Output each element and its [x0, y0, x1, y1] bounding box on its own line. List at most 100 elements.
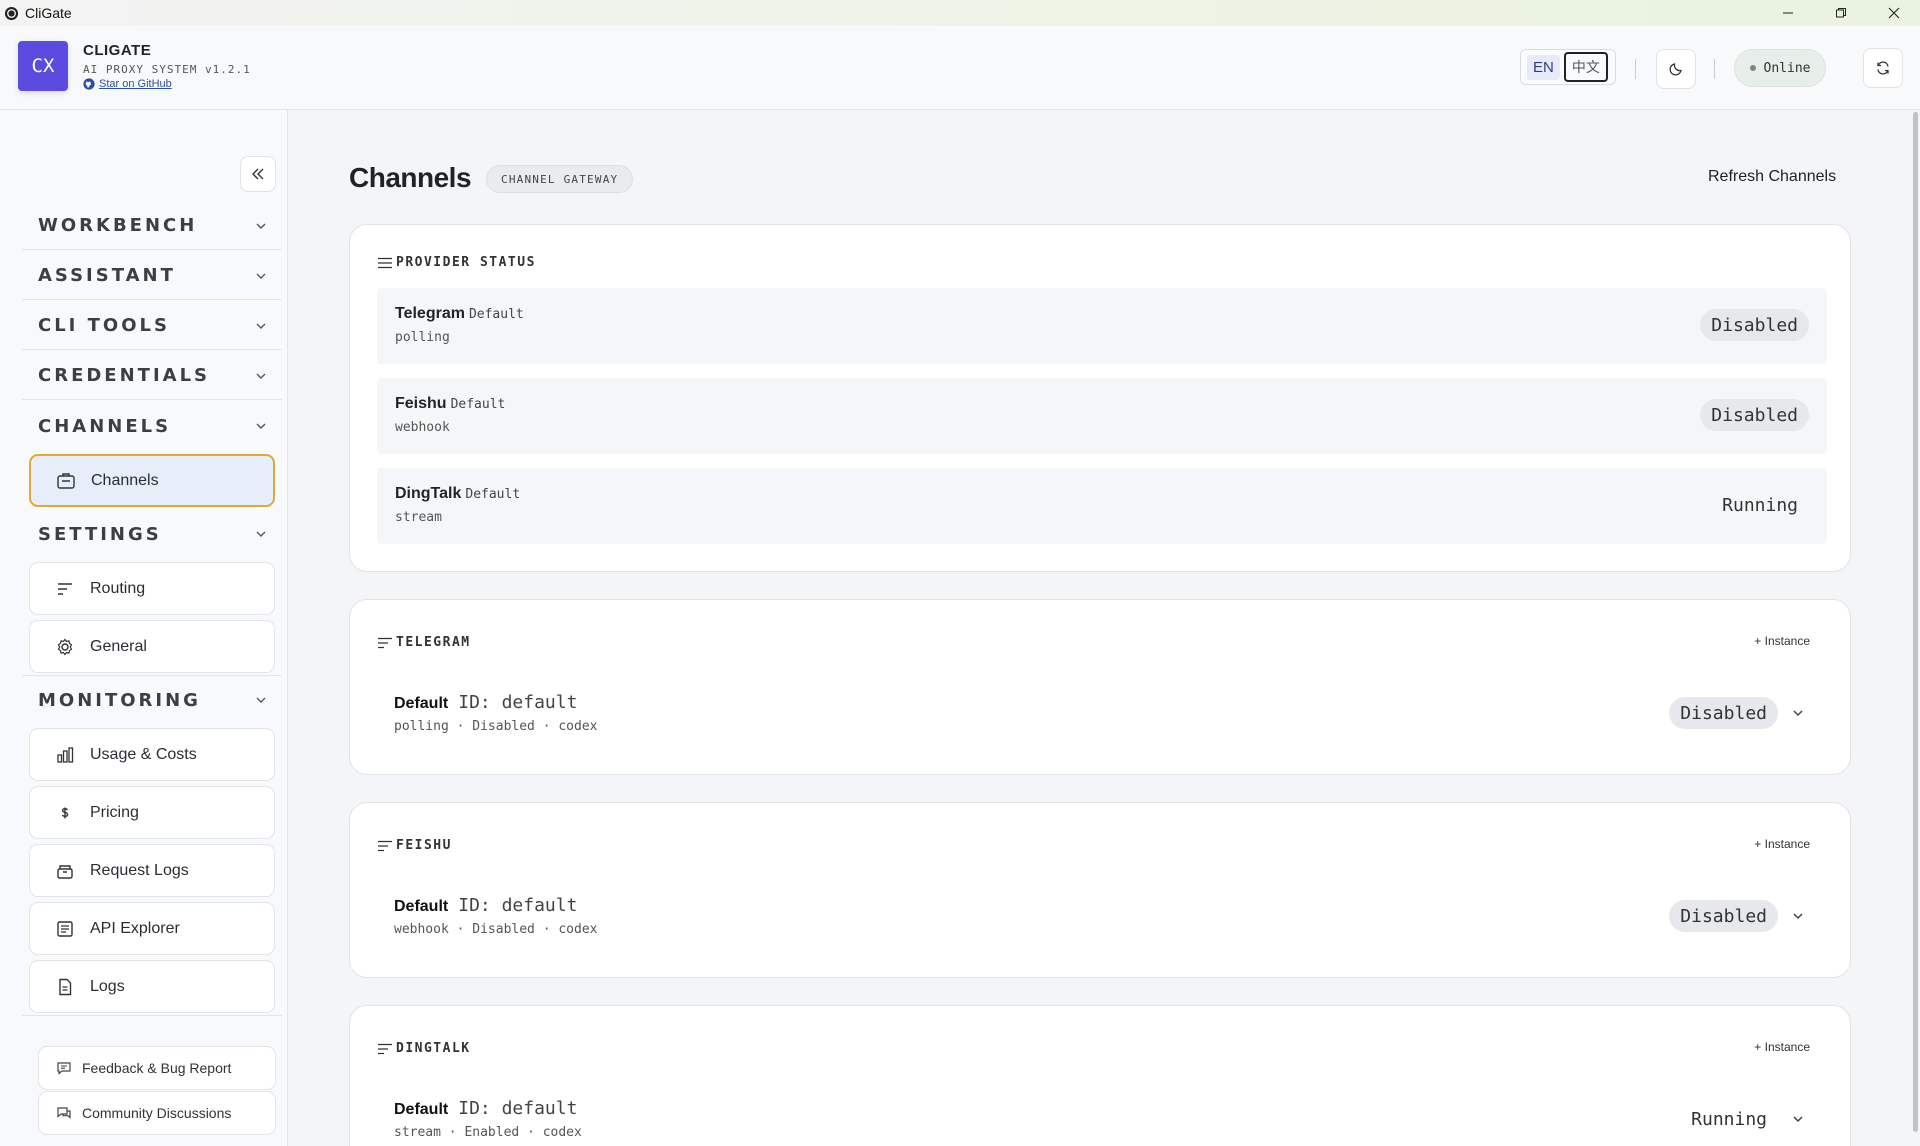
sidebar-item-usage[interactable]: Usage & Costs — [29, 728, 275, 781]
section-label: WORKBENCH — [38, 215, 198, 236]
sidebar-item-label: API Explorer — [90, 919, 180, 937]
document-list-icon — [54, 918, 76, 940]
sidebar-item-logs[interactable]: Logs — [29, 960, 275, 1013]
github-link[interactable]: Star on GitHub — [83, 78, 172, 90]
expand-instance-button[interactable] — [1788, 703, 1808, 723]
add-instance-button[interactable]: + Instance — [1754, 1040, 1810, 1054]
card-heading: TELEGRAM — [378, 635, 471, 650]
section-label: CHANNELS — [38, 415, 172, 437]
github-icon — [83, 78, 95, 90]
chevron-down-icon — [256, 373, 266, 379]
refresh-channels-button[interactable]: Refresh Channels — [1708, 168, 1836, 186]
section-label: ASSISTANT — [38, 265, 176, 286]
sidebar-item-api-explorer[interactable]: API Explorer — [29, 902, 275, 955]
section-label: CLI TOOLS — [38, 315, 170, 336]
sidebar-item-general[interactable]: General — [29, 620, 275, 673]
page-title: Channels — [349, 162, 472, 193]
sidebar-item-label: Logs — [90, 977, 125, 995]
section-label: CREDENTIALS — [38, 365, 211, 386]
chevron-down-icon — [1793, 1116, 1803, 1123]
instance-id: ID: default — [458, 692, 578, 713]
restore-button[interactable] — [1814, 0, 1867, 26]
chevron-down-icon — [1793, 710, 1803, 717]
language-switch: EN 中文 — [1520, 49, 1616, 85]
main-scrollbar[interactable] — [1910, 110, 1920, 1146]
section-cli-tools[interactable]: CLI TOOLS — [22, 302, 282, 350]
collapse-sidebar-button[interactable] — [240, 156, 276, 192]
close-button[interactable] — [1867, 0, 1920, 26]
reload-button[interactable] — [1863, 48, 1903, 88]
card-heading-label: FEISHU — [396, 838, 452, 853]
sidebar-divider — [22, 1015, 282, 1016]
sidebar-item-label: Pricing — [90, 803, 139, 821]
scrollbar-thumb[interactable] — [1913, 112, 1918, 1132]
menu-lines-icon — [378, 1043, 392, 1054]
status-badge: Running — [1691, 1108, 1767, 1130]
instance-name-label: Default — [394, 695, 449, 712]
provider-name-label: Telegram — [395, 305, 465, 322]
provider-tag: Default — [450, 397, 506, 412]
window-title: CliGate — [25, 5, 72, 21]
instance-name[interactable]: Default ID: default — [394, 692, 577, 713]
dingtalk-card: DINGTALK + Instance Default ID: default s… — [349, 1005, 1851, 1146]
expand-instance-button[interactable] — [1788, 1109, 1808, 1129]
section-credentials[interactable]: CREDENTIALS — [22, 352, 282, 400]
minimize-icon — [1782, 12, 1793, 14]
status-label: Online — [1763, 60, 1811, 76]
status-badge: Disabled — [1700, 309, 1809, 341]
provider-status-card: PROVIDER STATUS Telegram Default polling … — [349, 224, 1851, 572]
provider-mode: webhook — [395, 420, 450, 435]
add-instance-button[interactable]: + Instance — [1754, 634, 1810, 648]
instance-meta: webhook · Disabled · codex — [394, 922, 598, 937]
bar-chart-icon — [54, 744, 76, 766]
chevron-down-icon — [256, 273, 266, 279]
feedback-button[interactable]: Feedback & Bug Report — [38, 1046, 276, 1090]
provider-row: Feishu Default webhook Disabled — [377, 378, 1827, 454]
double-chevron-left-icon — [252, 168, 264, 180]
github-link-label: Star on GitHub — [99, 78, 172, 90]
status-badge: Online — [1734, 49, 1826, 87]
archive-icon — [54, 860, 76, 882]
status-badge: Running — [1722, 494, 1798, 516]
window-titlebar: CliGate — [0, 0, 1920, 26]
header-divider — [1635, 59, 1636, 79]
brand-name: CLIGATE — [83, 42, 152, 59]
instance-name[interactable]: Default ID: default — [394, 1098, 577, 1119]
menu-lines-icon — [378, 637, 392, 648]
add-instance-button[interactable]: + Instance — [1754, 837, 1810, 851]
instance-name-label: Default — [394, 1101, 449, 1118]
file-icon — [54, 976, 76, 998]
provider-mode: stream — [395, 510, 442, 525]
lang-zh-button[interactable]: 中文 — [1563, 52, 1608, 82]
instance-name[interactable]: Default ID: default — [394, 895, 577, 916]
status-badge: Disabled — [1669, 900, 1778, 932]
channels-icon — [55, 470, 77, 492]
status-dot-icon — [1749, 65, 1756, 71]
instance-id: ID: default — [458, 1098, 578, 1119]
logo: CX — [18, 41, 68, 91]
card-heading: FEISHU — [378, 838, 452, 853]
gear-icon — [54, 636, 76, 658]
brand-subtitle: AI PROXY SYSTEM v1.2.1 — [83, 63, 251, 76]
expand-instance-button[interactable] — [1788, 906, 1808, 926]
section-assistant[interactable]: ASSISTANT — [22, 252, 282, 300]
theme-toggle-button[interactable] — [1656, 49, 1696, 89]
section-channels[interactable]: CHANNELS — [22, 402, 282, 450]
community-button[interactable]: Community Discussions — [38, 1091, 276, 1135]
sidebar-item-pricing[interactable]: Pricing — [29, 786, 275, 839]
sidebar-item-routing[interactable]: Routing — [29, 562, 275, 615]
sidebar-item-request-logs[interactable]: Request Logs — [29, 844, 275, 897]
section-monitoring[interactable]: MONITORING — [22, 676, 282, 724]
minimize-button[interactable] — [1761, 0, 1814, 26]
instance-name-label: Default — [394, 898, 449, 915]
lang-en-button[interactable]: EN — [1527, 54, 1560, 80]
section-settings[interactable]: SETTINGS — [22, 510, 282, 558]
provider-name-label: DingTalk — [395, 485, 462, 502]
app-header: CX CLIGATE AI PROXY SYSTEM v1.2.1 Star o… — [0, 26, 1920, 110]
section-workbench[interactable]: WORKBENCH — [22, 202, 282, 250]
feedback-label: Feedback & Bug Report — [82, 1060, 232, 1076]
card-heading: PROVIDER STATUS — [378, 255, 536, 270]
provider-name: Telegram Default — [395, 305, 524, 323]
sidebar-item-channels[interactable]: Channels — [29, 454, 275, 507]
provider-row: Telegram Default polling Disabled — [377, 288, 1827, 364]
